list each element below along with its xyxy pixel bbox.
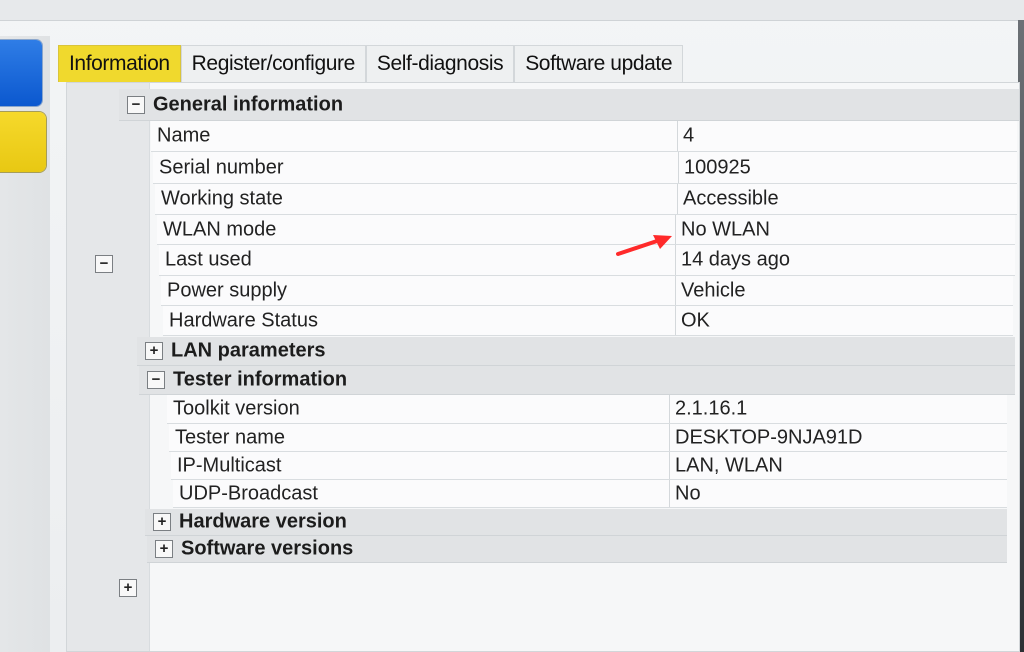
section-title: Software versions [181, 537, 354, 560]
row-value: No WLAN [681, 218, 770, 240]
row-label: Name [157, 124, 211, 147]
column-divider [669, 480, 670, 507]
collapse-root-icon[interactable]: − [95, 255, 113, 273]
expand-hardware-version-icon[interactable]: + [153, 513, 171, 531]
column-divider [669, 452, 670, 479]
table-row: Last used 14 days ago [159, 245, 1015, 276]
tab-self-diagnosis[interactable]: Self-diagnosis [365, 45, 515, 82]
row-value: LAN, WLAN [675, 454, 783, 476]
row-label: Last used [165, 248, 252, 271]
table-row: WLAN mode No WLAN [157, 215, 1015, 245]
row-value: Vehicle [681, 279, 746, 301]
table-row: IP-Multicast LAN, WLAN [171, 452, 1007, 480]
row-value: DESKTOP-9NJA91D [675, 426, 863, 448]
row-value: 14 days ago [681, 248, 790, 271]
row-label: Working state [161, 187, 283, 210]
top-bar [0, 0, 1024, 21]
section-tester-information[interactable]: − Tester information [139, 366, 1015, 395]
column-divider [677, 184, 678, 214]
table-row: UDP-Broadcast No [173, 480, 1007, 508]
tab-software-update[interactable]: Software update [514, 45, 684, 82]
table-row: Toolkit version 2.1.16.1 [167, 395, 1007, 424]
table-row: Power supply Vehicle [161, 276, 1013, 306]
section-title: LAN parameters [171, 339, 326, 362]
column-divider [669, 424, 670, 451]
expand-lan-parameters-icon[interactable]: + [145, 342, 163, 360]
column-divider [675, 276, 676, 305]
row-value: 100925 [684, 156, 751, 178]
row-value: 2.1.16.1 [675, 397, 748, 420]
table-row: Working state Accessible [155, 184, 1017, 215]
screen: Information Register/configure Self-diag… [0, 0, 1024, 652]
tab-information[interactable]: Information [58, 45, 181, 82]
table-row: Serial number 100925 [153, 152, 1017, 184]
section-lan-parameters[interactable]: + LAN parameters [137, 337, 1015, 366]
side-button-blue[interactable] [0, 40, 42, 106]
column-divider [669, 395, 670, 423]
row-value: Accessible [683, 187, 779, 210]
section-title: Tester information [173, 368, 348, 391]
collapse-general-information-icon[interactable]: − [127, 95, 145, 114]
expand-root-icon[interactable]: + [119, 579, 137, 597]
section-title: Hardware version [179, 510, 347, 533]
side-button-yellow[interactable] [0, 112, 46, 172]
expand-software-versions-icon[interactable]: + [155, 540, 173, 558]
table-row: Tester name DESKTOP-9NJA91D [169, 424, 1007, 452]
row-label: Serial number [159, 156, 284, 178]
row-value: OK [681, 309, 710, 331]
section-software-versions[interactable]: + Software versions [147, 536, 1007, 563]
row-label: IP-Multicast [177, 454, 282, 476]
column-divider [675, 215, 676, 244]
row-value: 4 [683, 124, 695, 147]
row-label: UDP-Broadcast [179, 482, 318, 504]
column-divider [677, 121, 678, 151]
collapse-tester-information-icon[interactable]: − [147, 371, 165, 389]
tab-register-configure[interactable]: Register/configure [180, 45, 366, 82]
column-divider [675, 306, 676, 335]
row-label: WLAN mode [163, 218, 277, 240]
section-title: General information [153, 93, 344, 115]
section-general-information[interactable]: − General information [119, 89, 1019, 121]
table-row: Hardware Status OK [163, 306, 1013, 336]
row-value: No [675, 482, 701, 504]
row-label: Hardware Status [169, 309, 318, 331]
tab-bar: Information Register/configure Self-diag… [58, 42, 684, 82]
column-divider [675, 245, 676, 275]
section-hardware-version[interactable]: + Hardware version [145, 509, 1007, 536]
row-label: Toolkit version [173, 397, 300, 420]
red-arrow-icon [616, 235, 672, 256]
row-label: Tester name [175, 426, 286, 448]
information-panel: − + − General information Name 4 Serial … [66, 82, 1020, 652]
tree-gutter [67, 83, 150, 651]
row-label: Power supply [167, 279, 288, 301]
table-row: Name 4 [151, 121, 1017, 152]
column-divider [678, 152, 679, 183]
